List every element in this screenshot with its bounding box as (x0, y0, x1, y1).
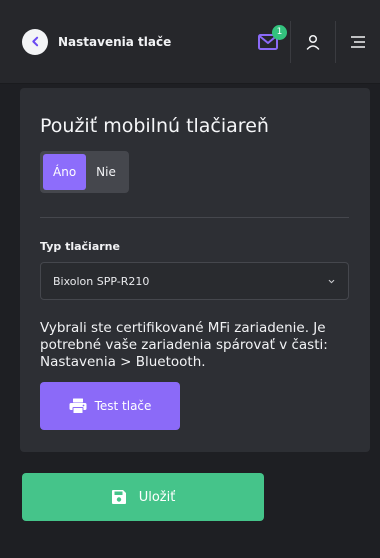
printer-type-label: Typ tlačiarne (40, 240, 120, 253)
header-actions: 1 (246, 0, 380, 83)
back-button[interactable] (22, 28, 48, 55)
test-print-button[interactable]: Test tlače (40, 382, 180, 430)
menu-button[interactable] (336, 20, 380, 64)
print-settings-card: Použiť mobilnú tlačiareň Áno Nie Typ tla… (20, 88, 370, 452)
top-bar: Nastavenia tlače 1 (0, 0, 380, 84)
printer-type-select[interactable]: Bixolon SPP-R210 (40, 262, 349, 300)
printer-type-value: Bixolon SPP-R210 (53, 274, 150, 288)
chevron-left-icon (31, 36, 38, 47)
messages-button[interactable]: 1 (246, 20, 290, 64)
test-print-label: Test tlače (94, 399, 152, 413)
save-button[interactable]: Uložiť (22, 473, 264, 521)
notification-badge: 1 (272, 24, 287, 40)
divider (40, 217, 349, 218)
menu-icon (351, 35, 365, 48)
save-label: Uložiť (138, 489, 176, 505)
printer-icon (69, 398, 87, 414)
toggle-yes[interactable]: Áno (43, 154, 87, 190)
chevron-down-icon (328, 279, 335, 283)
floppy-disk-icon (111, 490, 126, 504)
page-title: Nastavenia tlače (58, 34, 172, 49)
card-title: Použiť mobilnú tlačiareň (40, 115, 269, 137)
toggle-no[interactable]: Nie (86, 154, 126, 190)
mobile-printer-toggle: Áno Nie (40, 151, 129, 193)
account-button[interactable] (291, 20, 335, 64)
mfi-info-text: Vybrali ste certifikované MFi zariadenie… (40, 320, 328, 370)
user-icon (306, 34, 320, 50)
